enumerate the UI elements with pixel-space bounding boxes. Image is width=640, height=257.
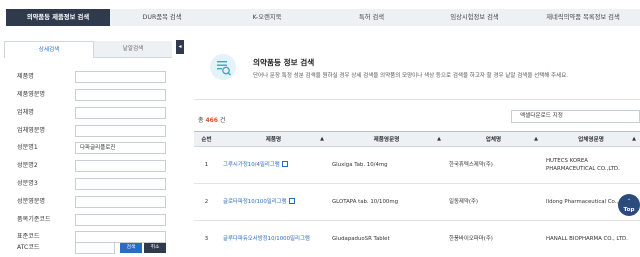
- cell-product-english-name: Gluxiga Tab. 10/4mg: [328, 146, 445, 184]
- field-label: 업체영문명: [17, 127, 46, 134]
- field-ingredient-3: 성분명3: [17, 178, 167, 190]
- info-description: 단어나 문장 특정 성분 검색을 원하실 경우 상세 검색을 의약품의 모양이나…: [253, 73, 569, 79]
- ingredient-english-name-input[interactable]: [75, 196, 166, 208]
- search-mode-tabs: 상세검색 낱알검색: [4, 41, 172, 58]
- excel-download-select[interactable]: 엑셀다운로드 지정: [511, 110, 640, 123]
- top-navigation: 의약품등 제품정보 검색 DUR품목 검색 K-오렌지북 특허 검색 임상시험정…: [0, 0, 640, 36]
- field-label: 성분명1: [17, 144, 38, 151]
- result-count: 총 466 건: [198, 115, 225, 124]
- field-label: 성분명2: [17, 162, 38, 169]
- top-button-label: Top: [623, 207, 635, 213]
- atc-code-input[interactable]: [75, 242, 115, 254]
- collapse-sidebar-button[interactable]: ◂: [176, 40, 184, 54]
- cell-company-name: 한풍바이오파마(주): [445, 220, 542, 257]
- tab-product-info-search[interactable]: 의약품등 제품정보 검색: [6, 9, 110, 26]
- header-index: 순번: [194, 131, 219, 147]
- sort-icon[interactable]: ▲: [437, 136, 441, 142]
- field-label: 제품영문명: [17, 91, 46, 98]
- atc-cancel-button[interactable]: 취소: [144, 243, 166, 253]
- field-ingredient-2: 성분명2: [17, 160, 167, 172]
- ingredient-3-input[interactable]: [75, 178, 166, 190]
- info-title: 의약품등 정보 검색: [253, 58, 315, 67]
- table-row[interactable]: 2 글로타파정10/100밀리그램 GLOTAPA tab. 10/100mg …: [194, 183, 640, 221]
- field-label: 업체명: [17, 109, 34, 116]
- company-name-input[interactable]: [75, 107, 166, 119]
- external-link-icon[interactable]: [288, 198, 295, 204]
- tab-generic-list-search[interactable]: 재네릭의약품 목록정보 검색: [526, 9, 640, 26]
- cell-company-english-name: HANALL BIOPHARMA CO., LTD.: [542, 220, 640, 257]
- tab-clinical-trial-search[interactable]: 임상시험정보 검색: [423, 9, 526, 26]
- results-table: 순번 제품명 ▲ 제품영문명 ▲ 업체명 ▲ 업체영문명 ▲ 1 그루시가정10/4밀리…: [194, 131, 640, 257]
- field-label: 품목기준코드: [17, 216, 51, 223]
- external-link-icon[interactable]: [281, 161, 288, 167]
- field-product-english-name: 제품영문명: [17, 89, 167, 101]
- field-label: ATC코드: [17, 244, 40, 251]
- info-banner: 의약품등 정보 검색 단어나 문장 특정 성분 검색을 원하실 경우 상세 검색…: [194, 46, 640, 92]
- search-panel: 상세검색 낱알검색 제품명 제품영문명 업체명 업체영문명 성분명1 다파글리플…: [0, 37, 176, 257]
- cell-product-english-name: GLOTAPA tab. 10/100mg: [328, 183, 445, 221]
- header-product-english-name[interactable]: 제품영문명 ▲: [328, 131, 445, 147]
- search-document-icon: [210, 54, 236, 80]
- ingredient-2-input[interactable]: [75, 160, 166, 172]
- field-atc-code: ATC코드 검색 취소: [17, 242, 167, 254]
- tab-dur-search[interactable]: DUR품목 검색: [110, 9, 214, 26]
- cell-index: 3: [194, 220, 219, 257]
- field-product-name: 제품명: [17, 71, 167, 83]
- cell-product-name[interactable]: 글로타파정10/100밀리그램: [219, 183, 328, 221]
- scroll-to-top-button[interactable]: ˄ Top: [618, 194, 640, 216]
- field-item-code: 품목기준코드: [17, 214, 167, 226]
- count-prefix: 총: [198, 117, 204, 124]
- product-english-name-input[interactable]: [75, 89, 166, 101]
- product-name-input[interactable]: [75, 71, 166, 83]
- tab-k-orange-book[interactable]: K-오렌지북: [214, 9, 320, 26]
- cell-product-name[interactable]: 그루시가정10/4밀리그램: [219, 146, 328, 184]
- company-english-name-input[interactable]: [75, 125, 166, 137]
- ingredient-1-input[interactable]: 다파글리플로진: [75, 142, 166, 154]
- field-company-name: 업체명: [17, 107, 167, 119]
- field-label: 제품명: [17, 73, 34, 80]
- header-product-name[interactable]: 제품명 ▲: [219, 131, 328, 147]
- tab-detail-search[interactable]: 상세검색: [4, 41, 94, 58]
- field-label: 성분명3: [17, 180, 38, 187]
- field-ingredient-1: 성분명1 다파글리플로진: [17, 142, 167, 154]
- table-header-row: 순번 제품명 ▲ 제품영문명 ▲ 업체명 ▲ 업체영문명 ▲: [194, 131, 640, 147]
- cell-product-english-name: GludapaduoSR Tablet: [328, 220, 445, 257]
- field-label: 성분영문명: [17, 198, 46, 205]
- tab-patent-search[interactable]: 특허 검색: [320, 9, 423, 26]
- item-code-input[interactable]: [75, 214, 166, 226]
- sort-icon[interactable]: ▲: [320, 136, 324, 142]
- cell-index: 1: [194, 146, 219, 184]
- cell-index: 2: [194, 183, 219, 221]
- chevron-left-icon: ◂: [178, 43, 182, 50]
- field-company-english-name: 업체영문명: [17, 125, 167, 137]
- table-row[interactable]: 3 글루다파듀오서방정10/1000밀리그램 GludapaduoSR Tabl…: [194, 220, 640, 257]
- chevron-up-icon: ˄: [627, 199, 631, 205]
- cell-company-english-name: HUTECS KOREA PHARMACEUTICAL CO.,LTD.: [542, 146, 640, 184]
- divider: [194, 99, 640, 100]
- cell-company-name: 일동제약(주): [445, 183, 542, 221]
- main-content: 의약품등 정보 검색 단어나 문장 특정 성분 검색을 원하실 경우 상세 검색…: [186, 37, 640, 257]
- table-row[interactable]: 1 그루시가정10/4밀리그램 Gluxiga Tab. 10/4mg 한국휴텍…: [194, 146, 640, 184]
- header-company-name[interactable]: 업체명 ▲: [445, 131, 542, 147]
- cell-company-name: 한국휴텍스제약(주): [445, 146, 542, 184]
- sort-icon[interactable]: ▲: [632, 136, 636, 142]
- tab-pill-search[interactable]: 낱알검색: [94, 41, 172, 58]
- header-company-english-name[interactable]: 업체영문명 ▲: [542, 131, 640, 147]
- count-value: 466: [205, 117, 218, 124]
- field-ingredient-english-name: 성분영문명: [17, 196, 167, 208]
- cell-product-name[interactable]: 글루다파듀오서방정10/1000밀리그램: [219, 220, 328, 257]
- atc-search-button[interactable]: 검색: [120, 243, 142, 253]
- sort-icon[interactable]: ▲: [534, 136, 538, 142]
- count-suffix: 건: [219, 117, 226, 124]
